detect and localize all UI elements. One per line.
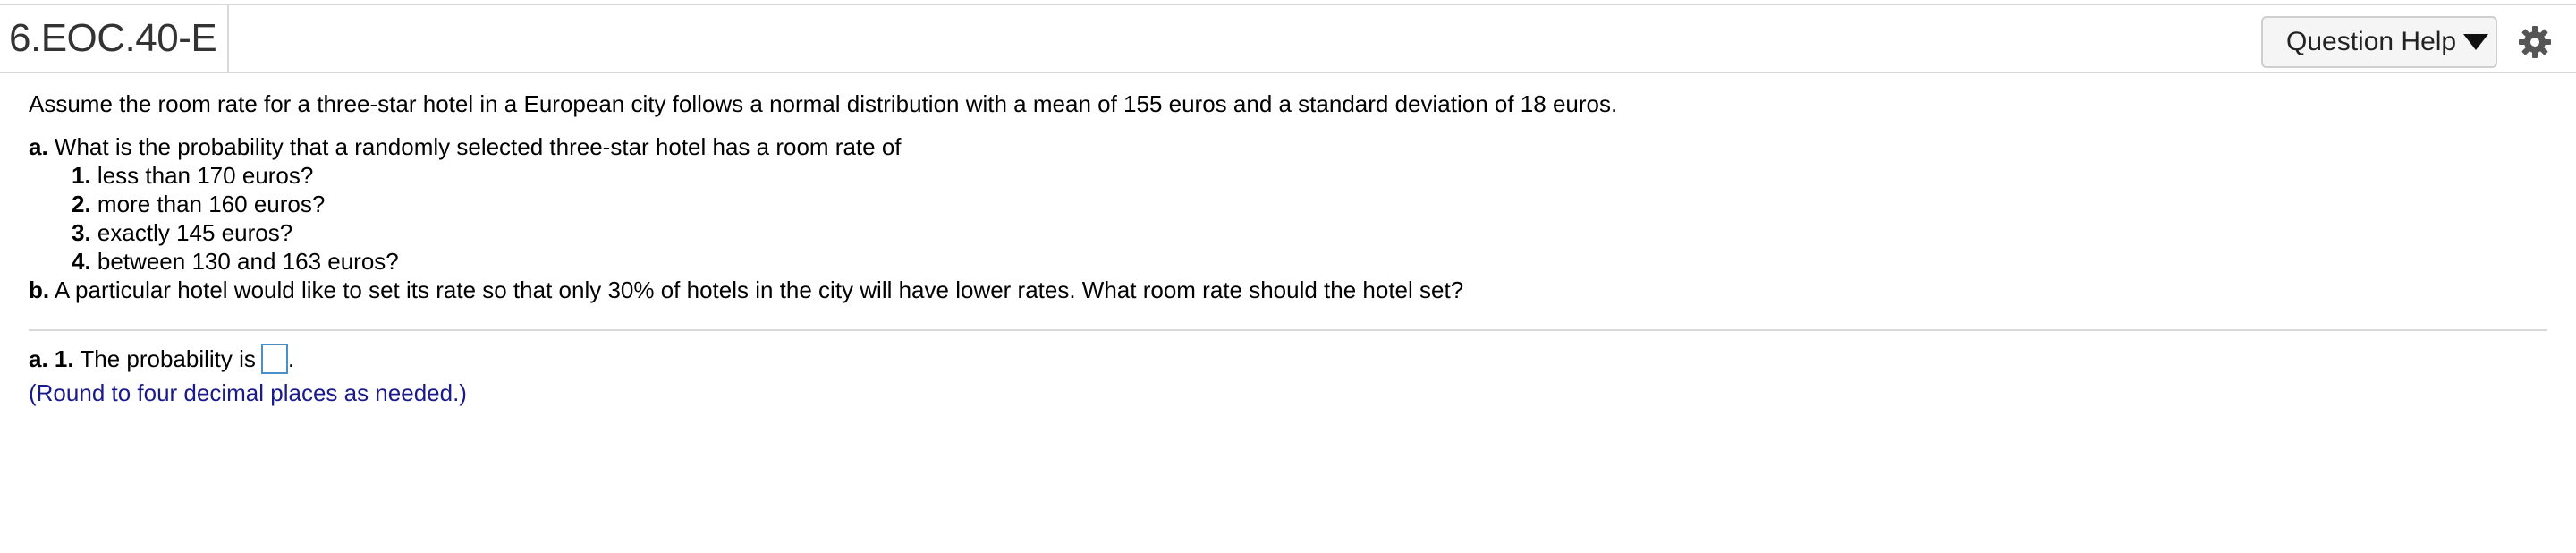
part-a-item: 4. between 130 and 163 euros? (29, 247, 2533, 276)
part-a-label: a. (29, 133, 48, 160)
answer-suffix: . (287, 345, 295, 372)
answer-section: a. 1. The probability is. (Round to four… (29, 344, 467, 408)
part-b-label: b. (29, 276, 50, 303)
item-text: less than 170 euros? (97, 162, 314, 189)
answer-label: a. 1. (29, 345, 74, 372)
answer-line: a. 1. The probability is. (29, 344, 467, 374)
item-number: 3. (72, 219, 91, 246)
part-b: b. A particular hotel would like to set … (29, 276, 2533, 304)
question-id: 6.EOC.40-E (0, 5, 229, 72)
section-divider (29, 329, 2547, 331)
part-a-text: What is the probability that a randomly … (54, 133, 902, 160)
item-number: 1. (72, 162, 91, 189)
part-a-item: 1. less than 170 euros? (29, 161, 2533, 190)
item-number: 4. (72, 248, 91, 275)
rounding-hint: (Round to four decimal places as needed.… (29, 379, 467, 406)
question-body: Assume the room rate for a three-star ho… (29, 89, 2533, 304)
item-text: more than 160 euros? (97, 191, 326, 217)
part-a-item: 2. more than 160 euros? (29, 190, 2533, 218)
caret-down-icon (2463, 34, 2489, 50)
answer-prompt: The probability is (80, 345, 256, 372)
item-text: between 130 and 163 euros? (97, 248, 399, 275)
part-a: a. What is the probability that a random… (29, 132, 2533, 161)
item-number: 2. (72, 191, 91, 217)
question-intro: Assume the room rate for a three-star ho… (29, 90, 1618, 117)
question-help-button[interactable]: Question Help (2261, 16, 2497, 68)
question-help-label: Question Help (2286, 27, 2457, 56)
question-header: 6.EOC.40-E Question Help (0, 4, 2576, 73)
part-a-item: 3. exactly 145 euros? (29, 218, 2533, 247)
part-b-text: A particular hotel would like to set its… (54, 276, 1464, 303)
answer-input[interactable] (260, 344, 288, 374)
item-text: exactly 145 euros? (97, 219, 293, 246)
gear-icon[interactable] (2517, 24, 2553, 60)
